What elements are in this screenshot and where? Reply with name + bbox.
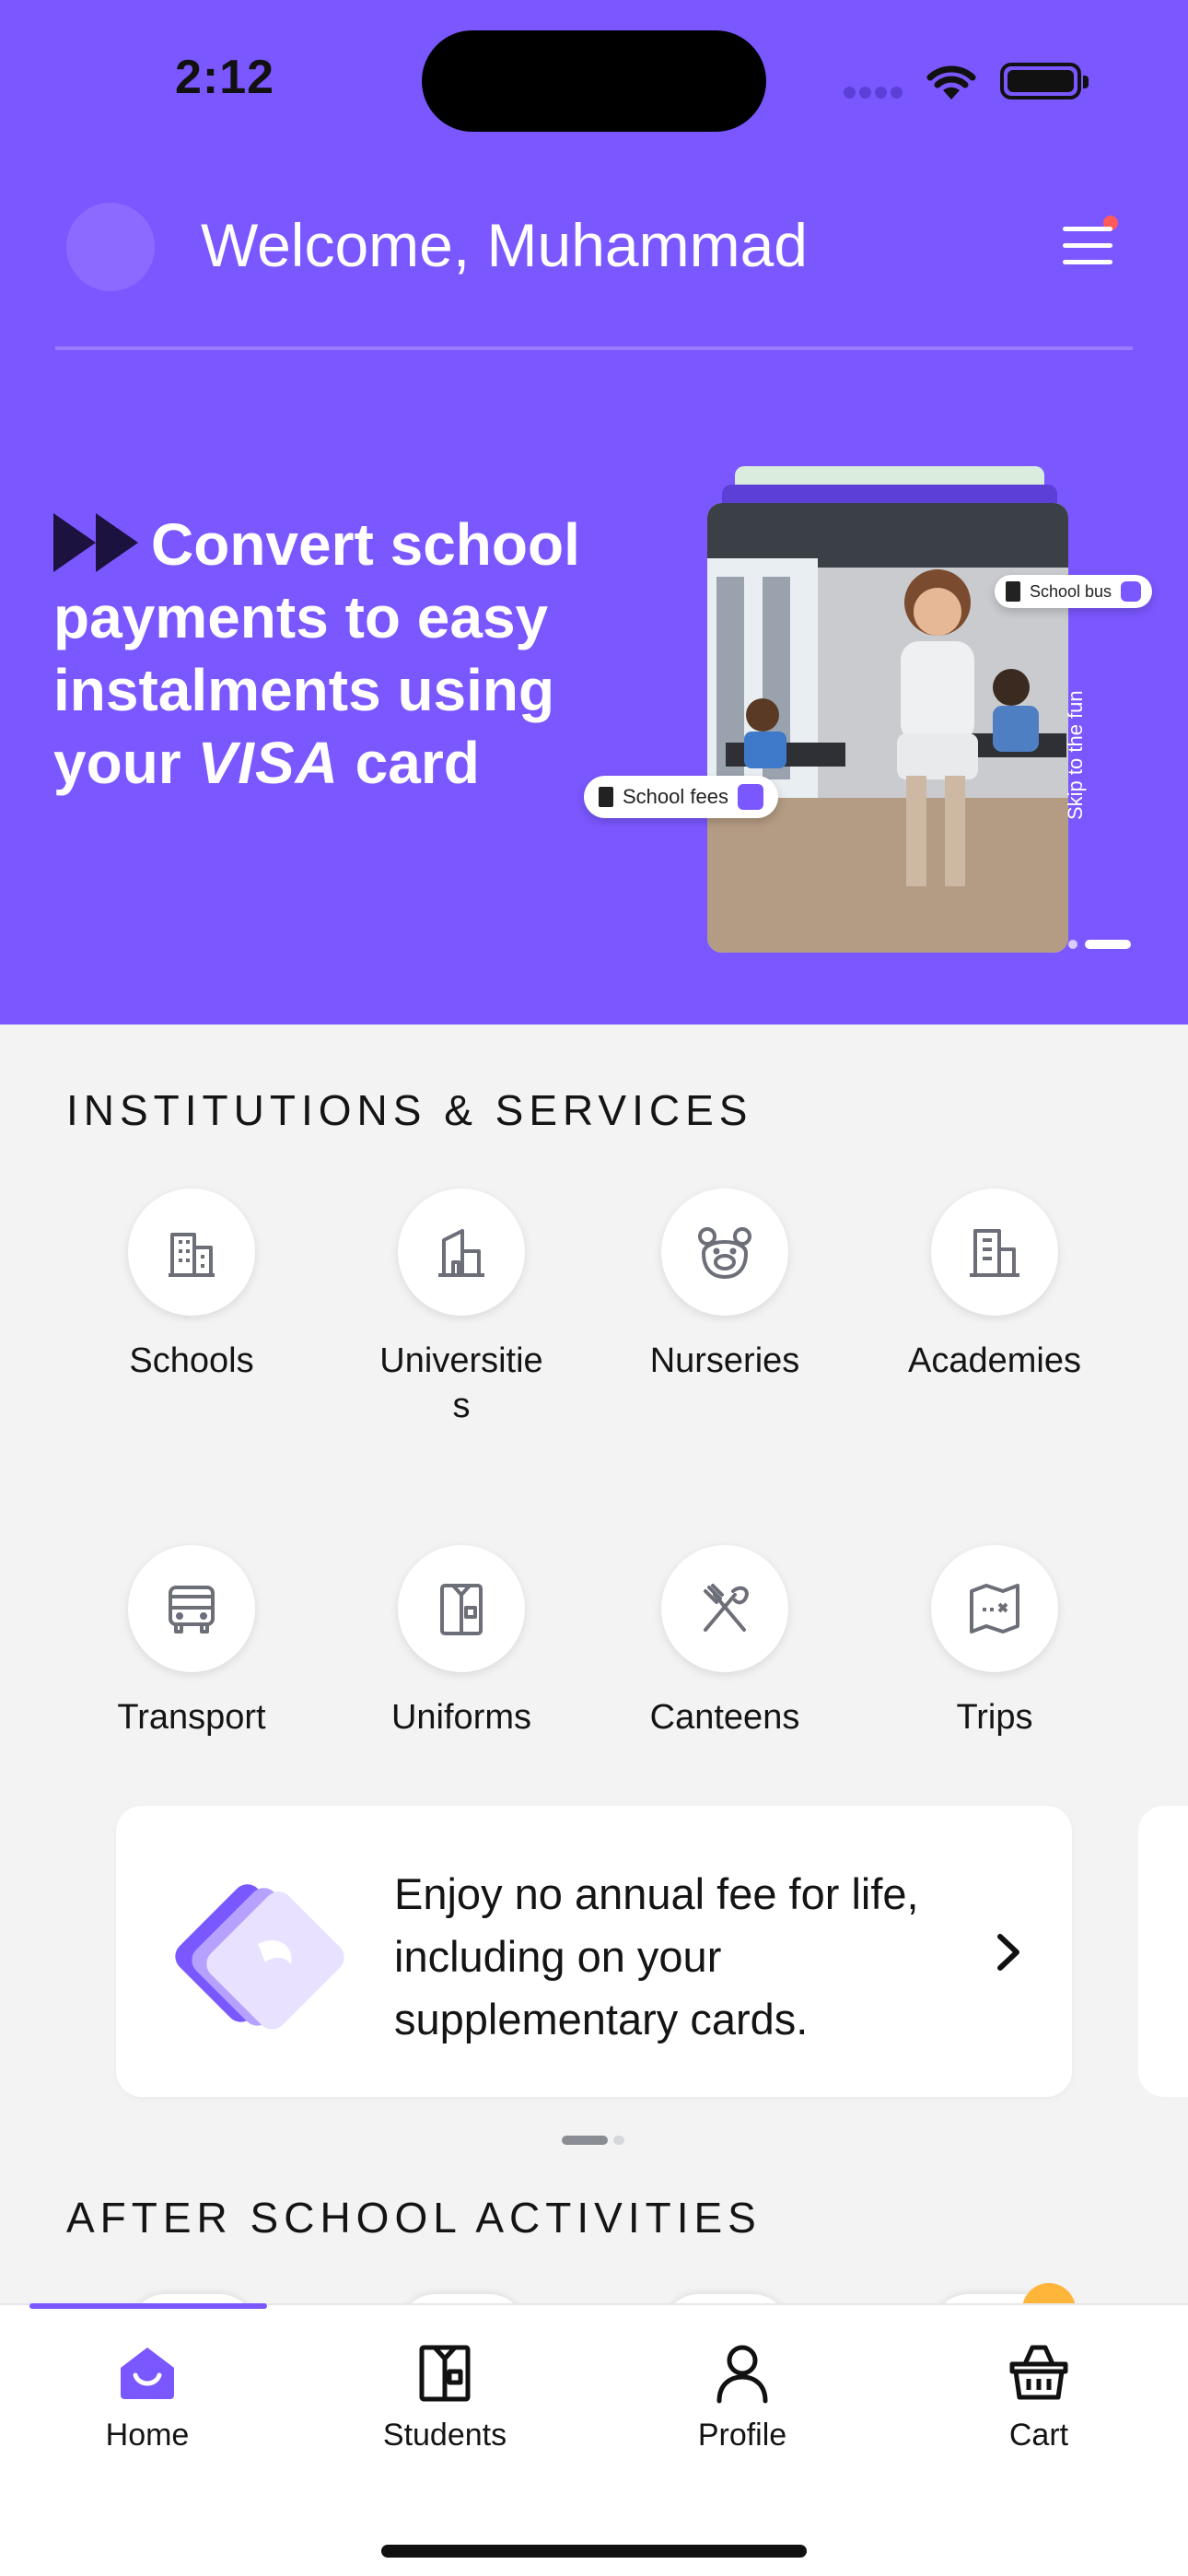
institutions-section-title: INSTITUTIONS & SERVICES — [66, 1086, 753, 1134]
tab-home[interactable]: Home — [37, 2340, 258, 2453]
school-building-icon — [128, 1188, 255, 1316]
bus-icon — [128, 1545, 255, 1672]
person-icon — [716, 2345, 768, 2404]
service-label: Nurseries — [649, 1341, 800, 1380]
service-label: Schools — [129, 1341, 254, 1380]
service-uniforms[interactable]: Uniforms — [342, 1545, 581, 1738]
banner-line-1: Convert school — [151, 511, 580, 578]
tab-label: Profile — [697, 2418, 787, 2453]
banner-line-3: instalments using — [53, 657, 555, 723]
university-building-icon — [398, 1188, 525, 1316]
school-fees-chip-label: School fees — [623, 785, 728, 808]
home-indicator[interactable] — [381, 2545, 807, 2558]
bus-mini-icon — [1006, 581, 1020, 602]
hero-header: 2:12 Welcome, Muhammad Convert school pa… — [0, 0, 1188, 1025]
cellular-signal-icon — [844, 87, 906, 103]
service-label: Trips — [956, 1698, 1033, 1737]
school-bus-chip-label: School bus — [1030, 581, 1112, 601]
banner-line-2: payments to easy — [53, 584, 549, 650]
receipt-icon — [599, 787, 613, 807]
tab-profile[interactable]: Profile — [632, 2340, 853, 2453]
promo-text: Enjoy no annual fee for life, including … — [394, 1869, 919, 2043]
tab-students[interactable]: Students — [334, 2340, 555, 2453]
basket-icon — [1009, 2345, 1068, 2400]
service-label-line-2: s — [452, 1387, 471, 1425]
fast-forward-icon — [53, 513, 138, 572]
service-universities[interactable]: Universitie s — [342, 1188, 581, 1426]
activities-section-title: AFTER SCHOOL ACTIVITIES — [66, 2194, 762, 2242]
cards-stack-icon — [175, 1884, 344, 2030]
banner-line-4-post: card — [355, 730, 480, 796]
chevron-right-icon[interactable] — [989, 1929, 1026, 1975]
welcome-title: Welcome, Muhammad — [201, 211, 809, 279]
tab-label: Home — [105, 2418, 190, 2453]
teddy-bear-icon — [661, 1188, 788, 1316]
banner-photo-stack[interactable] — [700, 461, 1068, 954]
service-label: Transport — [117, 1698, 266, 1737]
service-schools[interactable]: Schools — [72, 1188, 311, 1381]
stack-layer — [722, 485, 1057, 503]
visa-logo: VISA — [197, 730, 339, 796]
uniform-icon — [398, 1545, 525, 1672]
skip-to-the-fun-label[interactable]: Skip to the fun — [1064, 663, 1119, 848]
banner-line-4-pre: your — [53, 730, 181, 796]
stack-layer — [735, 466, 1044, 485]
battery-icon — [1000, 63, 1089, 100]
active-tab-indicator — [29, 2303, 267, 2309]
service-label: Universitie s — [342, 1341, 581, 1426]
menu-button[interactable] — [1059, 216, 1118, 271]
academy-building-icon — [931, 1188, 1058, 1316]
service-transport[interactable]: Transport — [72, 1545, 311, 1738]
status-time: 2:12 — [175, 51, 275, 104]
header-divider — [55, 346, 1133, 350]
promo-card[interactable]: Enjoy no annual fee for life, including … — [116, 1806, 1072, 2097]
tab-label: Students — [382, 2418, 507, 2453]
wifi-icon — [926, 65, 976, 100]
uniform-icon — [419, 2345, 471, 2402]
classroom-photo — [707, 503, 1068, 953]
promo-banner-headline[interactable]: Convert school payments to easy instalme… — [53, 509, 624, 800]
home-icon — [121, 2348, 174, 2399]
checkbox-icon — [1121, 581, 1142, 602]
banner-pagination[interactable] — [1068, 936, 1138, 953]
service-canteens[interactable]: Canteens — [605, 1545, 844, 1738]
service-trips[interactable]: Trips — [875, 1545, 1114, 1738]
utensils-icon — [661, 1545, 788, 1672]
checkbox-icon — [737, 784, 763, 810]
service-label: Uniforms — [390, 1698, 532, 1737]
service-label: Academies — [908, 1341, 1081, 1380]
school-bus-chip: School bus — [995, 575, 1153, 608]
service-label-line-1: Universitie — [379, 1341, 543, 1380]
tab-cart[interactable]: Cart — [928, 2340, 1149, 2453]
service-nurseries[interactable]: Nurseries — [605, 1188, 844, 1381]
service-label: Canteens — [649, 1698, 800, 1737]
map-icon — [931, 1545, 1058, 1672]
avatar[interactable] — [66, 203, 155, 291]
school-fees-chip: School fees — [584, 776, 778, 818]
next-promo-card[interactable] — [1138, 1806, 1188, 2097]
dynamic-island — [422, 30, 766, 132]
service-academies[interactable]: Academies — [875, 1188, 1114, 1381]
tab-label: Cart — [1008, 2418, 1069, 2453]
promo-pagination[interactable] — [562, 2132, 624, 2149]
